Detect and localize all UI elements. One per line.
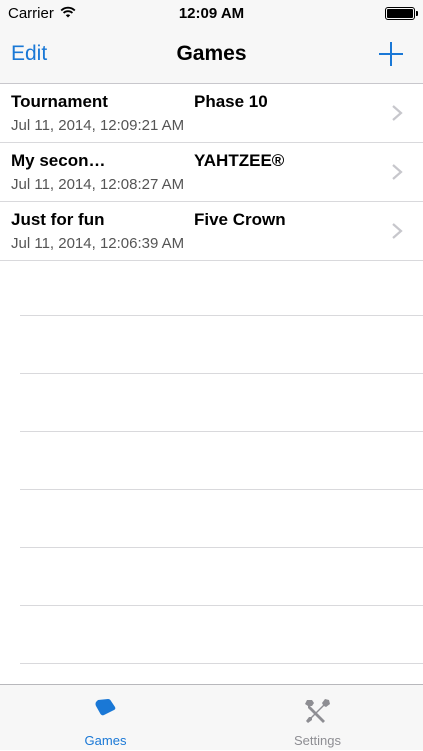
empty-row-separator [20, 258, 423, 316]
tools-icon [304, 699, 330, 723]
empty-table-rows [20, 258, 423, 664]
empty-row-separator [20, 374, 423, 432]
chevron-right-icon [392, 105, 403, 121]
status-time: 12:09 AM [178, 5, 245, 22]
empty-row-separator [20, 432, 423, 490]
game-row-date: Jul 11, 2014, 12:08:27 AM [11, 176, 185, 193]
battery-icon [385, 7, 418, 20]
game-row[interactable]: My secon… YAHTZEE® Jul 11, 2014, 12:08:2… [0, 143, 423, 202]
chevron-right-icon [392, 223, 403, 239]
game-row-type: Five Crown [194, 210, 286, 229]
game-row-date: Jul 11, 2014, 12:09:21 AM [11, 117, 185, 134]
tab-settings-label: Settings [294, 733, 341, 748]
cards-icon [95, 699, 115, 716]
game-row-name: Just for fun [11, 210, 105, 229]
plus-icon [379, 42, 403, 66]
status-bar: Carrier 12:09 AM [0, 0, 423, 28]
tab-games-label: Games [84, 733, 127, 748]
game-row-type: Phase 10 [194, 92, 268, 111]
game-row-name: My secon… [11, 151, 106, 170]
tab-bar: Games Settings [0, 684, 423, 750]
page-title: Games [176, 42, 247, 65]
games-list: Tournament Phase 10 Jul 11, 2014, 12:09:… [0, 84, 423, 261]
empty-row-separator [20, 548, 423, 606]
game-row-name: Tournament [11, 92, 108, 111]
empty-row-separator [20, 490, 423, 548]
tab-games[interactable]: Games [0, 685, 211, 751]
tab-settings[interactable]: Settings [212, 685, 423, 751]
game-row[interactable]: Just for fun Five Crown Jul 11, 2014, 12… [0, 202, 423, 261]
game-row[interactable]: Tournament Phase 10 Jul 11, 2014, 12:09:… [0, 84, 423, 143]
empty-row-separator [20, 606, 423, 664]
empty-row-separator [20, 316, 423, 374]
game-row-type: YAHTZEE® [194, 151, 285, 170]
navigation-bar: Edit Games [0, 28, 423, 84]
chevron-right-icon [392, 164, 403, 180]
add-game-button[interactable] [377, 40, 405, 68]
game-row-date: Jul 11, 2014, 12:06:39 AM [11, 235, 185, 252]
